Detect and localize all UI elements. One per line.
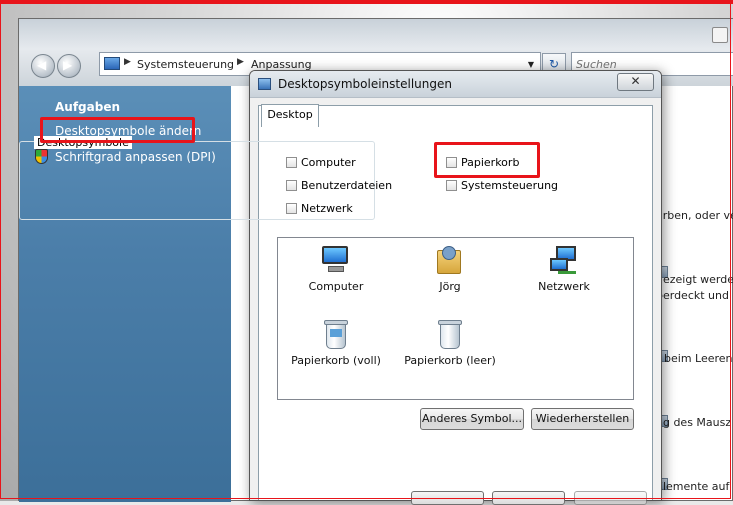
checkbox-box[interactable] [286, 203, 297, 214]
icon-item-computer[interactable]: Computer [286, 244, 386, 293]
icon-item-recycle-bin-empty[interactable]: Papierkorb (leer) [400, 318, 500, 367]
checkbox-box[interactable] [286, 180, 297, 191]
sidebar-title: Aufgaben [55, 100, 121, 114]
recycle-bin-full-icon [320, 318, 352, 350]
recycle-bin-empty-icon [434, 318, 466, 350]
cancel-button[interactable] [492, 491, 565, 505]
tab-desktop[interactable]: Desktop [261, 104, 319, 127]
restore-default-button[interactable]: Wiederherstellen [531, 408, 634, 430]
ok-button[interactable] [411, 491, 484, 505]
background-text-6: Elemente auf [656, 480, 730, 493]
checkbox-netzwerk[interactable]: Netzwerk [286, 202, 353, 215]
checkbox-label: Netzwerk [301, 202, 353, 215]
checkbox-label: Papierkorb [461, 156, 520, 169]
dialog-title: Desktopsymboleinstellungen [278, 77, 452, 91]
checkbox-label: Computer [301, 156, 356, 169]
checkbox-papierkorb[interactable]: Papierkorb [446, 156, 519, 169]
apply-button[interactable] [574, 491, 647, 505]
checkbox-box[interactable] [286, 157, 297, 168]
desktop-icon-list: Computer Jörg Netzwerk Papierkorb (voll)… [277, 237, 634, 400]
checkbox-box[interactable] [446, 157, 457, 168]
arrow-right-icon: ▶ [63, 58, 73, 72]
user-folder-icon [434, 244, 466, 276]
group-label: Desktopsymbole [34, 136, 132, 149]
icon-label: Netzwerk [538, 280, 590, 293]
icon-label: Jörg [439, 280, 461, 293]
icon-label: Papierkorb (voll) [291, 354, 381, 367]
icon-item-network[interactable]: Netzwerk [514, 244, 614, 293]
icon-label: Papierkorb (leer) [404, 354, 496, 367]
address-dropdown-icon[interactable]: ▼ [528, 60, 534, 69]
checkbox-systemsteuerung[interactable]: Systemsteuerung [446, 179, 558, 192]
top-red-bar [0, 0, 733, 4]
icon-item-recycle-bin-full[interactable]: Papierkorb (voll) [286, 318, 386, 367]
breadcrumb-separator-icon[interactable]: ▶ [124, 57, 131, 67]
checkbox-box[interactable] [446, 180, 457, 191]
close-icon: ✕ [630, 74, 641, 88]
checkbox-computer[interactable]: Computer [286, 156, 356, 169]
background-text-5: ng des Mausz [656, 416, 732, 429]
dialog-title-bar[interactable]: Desktopsymboleinstellungen ✕ [250, 71, 661, 98]
refresh-icon: ↻ [548, 57, 560, 71]
computer-icon [320, 244, 352, 276]
dialog-close-button[interactable]: ✕ [617, 73, 654, 91]
arrow-left-icon: ◀ [37, 58, 47, 72]
icon-label: Computer [308, 280, 364, 293]
back-button[interactable]: ◀ [31, 54, 55, 78]
background-text-2: gezeigt werde [656, 273, 733, 286]
checkbox-benutzerdateien[interactable]: Benutzerdateien [286, 179, 392, 192]
breadcrumb-systemsteuerung[interactable]: Systemsteuerung [137, 58, 234, 71]
background-text-4: r beim Leeren [656, 352, 733, 365]
control-panel-icon [104, 57, 120, 70]
checkbox-label: Benutzerdateien [301, 179, 393, 192]
change-icon-button[interactable]: Anderes Symbol... [420, 408, 524, 430]
forward-button[interactable]: ▶ [57, 54, 81, 78]
network-icon [548, 244, 580, 276]
background-text-3: berdeckt und [656, 289, 729, 302]
icon-item-user-files[interactable]: Jörg [400, 244, 500, 293]
window-close-button[interactable] [712, 27, 728, 43]
checkbox-label: Systemsteuerung [461, 179, 559, 192]
breadcrumb-separator-icon[interactable]: ▶ [237, 57, 244, 67]
dialog-app-icon [258, 78, 271, 90]
background-text-1: ärben, oder ve [656, 209, 733, 222]
